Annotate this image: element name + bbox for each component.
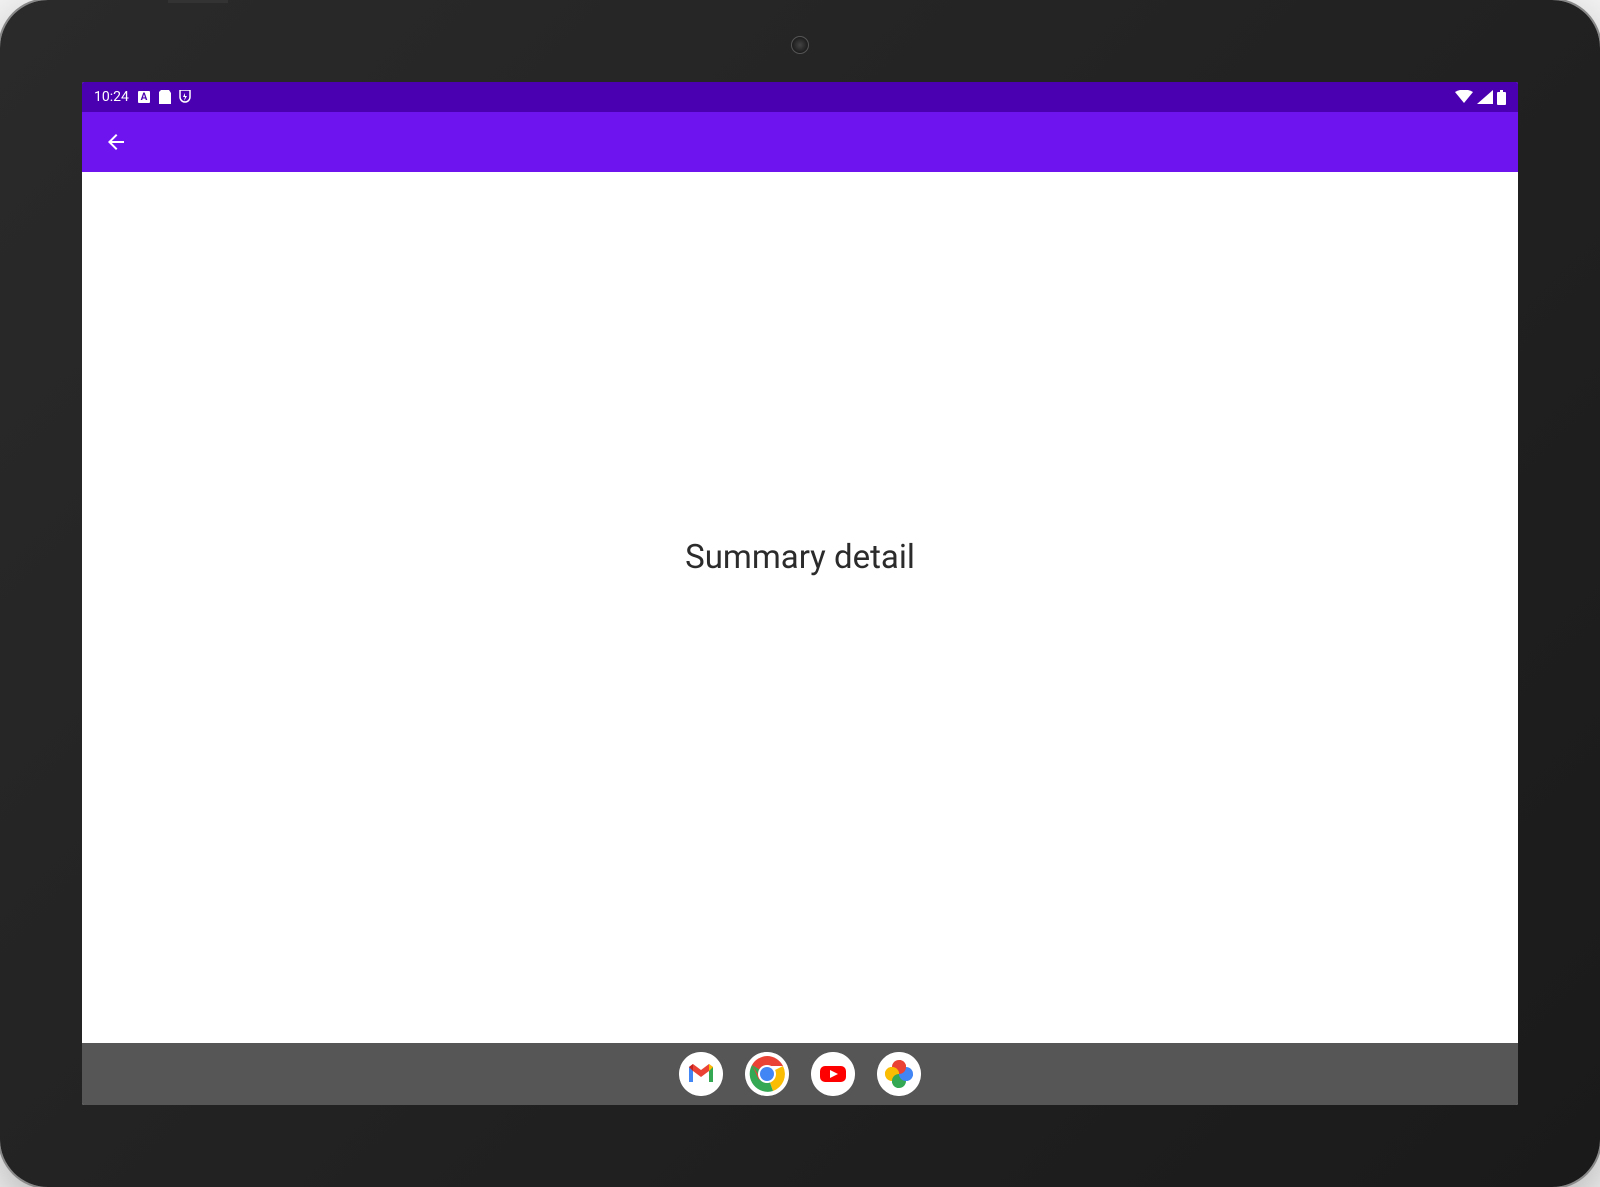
notification-badge-icon: A bbox=[137, 90, 151, 104]
tablet-screen: 10:24 A bbox=[82, 82, 1518, 1105]
photos-icon bbox=[877, 1052, 921, 1096]
status-bar: 10:24 A bbox=[82, 82, 1518, 112]
youtube-app-icon[interactable] bbox=[811, 1052, 855, 1096]
tablet-device-frame: 10:24 A bbox=[0, 0, 1600, 1187]
battery-full-icon bbox=[1497, 90, 1506, 105]
summary-detail-label: Summary detail bbox=[685, 538, 915, 577]
app-bar bbox=[82, 112, 1518, 172]
photos-app-icon[interactable] bbox=[877, 1052, 921, 1096]
back-button[interactable] bbox=[100, 126, 132, 158]
gmail-icon bbox=[679, 1052, 723, 1096]
gmail-app-icon[interactable] bbox=[679, 1052, 723, 1096]
chrome-app-icon[interactable] bbox=[745, 1052, 789, 1096]
status-bar-left: 10:24 A bbox=[94, 89, 191, 105]
status-time: 10:24 bbox=[94, 89, 129, 105]
svg-text:A: A bbox=[141, 92, 148, 103]
power-button-decoration bbox=[168, 0, 228, 3]
sim-card-icon bbox=[159, 90, 171, 104]
arrow-back-icon bbox=[104, 130, 128, 154]
chrome-icon bbox=[745, 1052, 789, 1096]
content-area: Summary detail bbox=[82, 172, 1518, 1043]
front-camera-decoration bbox=[791, 36, 809, 54]
cell-signal-icon bbox=[1477, 90, 1493, 104]
wifi-icon bbox=[1455, 90, 1473, 104]
navigation-bar bbox=[82, 1043, 1518, 1105]
status-bar-right bbox=[1455, 90, 1506, 105]
youtube-icon bbox=[811, 1052, 855, 1096]
power-save-icon bbox=[179, 90, 191, 104]
